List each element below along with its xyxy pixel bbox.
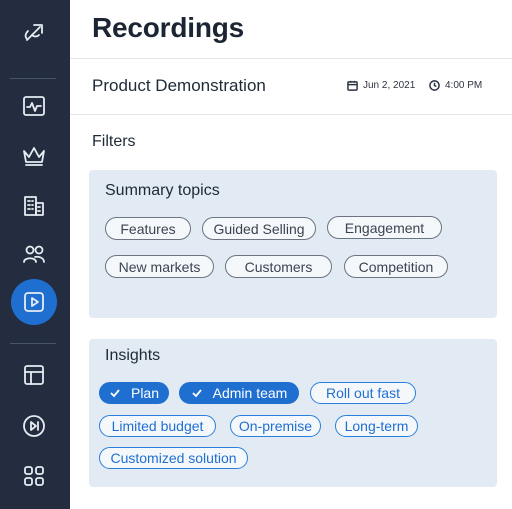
recording-title: Product Demonstration xyxy=(92,76,266,95)
insight-chip-selected[interactable]: Admin team xyxy=(179,382,299,404)
insight-chip[interactable]: Customized solution xyxy=(99,447,248,469)
recording-date: Jun 2, 2021 xyxy=(347,80,415,91)
sidebar-item-skip[interactable] xyxy=(11,403,57,449)
topic-chip[interactable]: New markets xyxy=(105,255,214,278)
recording-time-text: 4:00 PM xyxy=(445,80,483,91)
insight-chip[interactable]: On-premise xyxy=(230,415,321,437)
recording-time: 4:00 PM xyxy=(429,80,482,91)
summary-topics-title: Summary topics xyxy=(105,182,220,199)
sidebar-item-apps[interactable] xyxy=(11,453,57,499)
topic-chip[interactable]: Engagement xyxy=(327,216,442,239)
header-divider xyxy=(70,58,512,59)
insights-title: Insights xyxy=(105,347,161,364)
insight-chip-label: Admin team xyxy=(212,385,288,401)
insights-panel: Insights Plan Admin team Roll out fast L… xyxy=(89,339,497,487)
insight-chip[interactable]: Limited budget xyxy=(99,415,216,437)
page-title: Recordings xyxy=(92,12,245,43)
filters-label: Filters xyxy=(92,133,136,150)
sidebar-item-building[interactable] xyxy=(11,183,57,229)
sidebar-item-users[interactable] xyxy=(11,231,57,277)
users-icon xyxy=(23,245,45,263)
check-icon xyxy=(110,389,120,398)
sidebar-item-crown[interactable] xyxy=(11,133,57,179)
topic-chip[interactable]: Guided Selling xyxy=(202,217,316,240)
insight-chip[interactable]: Long-term xyxy=(335,415,418,437)
topic-chip[interactable]: Features xyxy=(105,217,191,240)
building-icon xyxy=(24,196,44,216)
sidebar xyxy=(0,0,70,509)
skip-forward-icon xyxy=(23,415,45,437)
insight-chip-label: Plan xyxy=(130,385,160,401)
topic-chip[interactable]: Competition xyxy=(344,255,448,278)
activity-icon xyxy=(23,96,45,116)
apps-icon xyxy=(24,466,44,486)
sidebar-divider xyxy=(10,78,56,79)
sidebar-item-recordings[interactable] xyxy=(11,279,57,325)
play-icon xyxy=(24,292,44,312)
insight-chip[interactable]: Roll out fast xyxy=(310,382,416,404)
layout-icon xyxy=(24,365,44,385)
calendar-icon xyxy=(347,80,358,91)
check-icon xyxy=(192,389,202,398)
sidebar-item-activity[interactable] xyxy=(11,83,57,129)
recording-divider xyxy=(70,114,512,115)
insight-chip-selected[interactable]: Plan xyxy=(99,382,169,404)
recording-date-text: Jun 2, 2021 xyxy=(363,80,416,91)
sidebar-divider xyxy=(10,343,56,344)
clock-icon xyxy=(429,80,440,91)
summary-topics-panel: Summary topics Features Guided Selling E… xyxy=(89,170,497,318)
sidebar-item-layout[interactable] xyxy=(11,352,57,398)
crown-icon xyxy=(23,147,45,166)
logo-icon[interactable] xyxy=(11,8,57,54)
topic-chip[interactable]: Customers xyxy=(225,255,332,278)
